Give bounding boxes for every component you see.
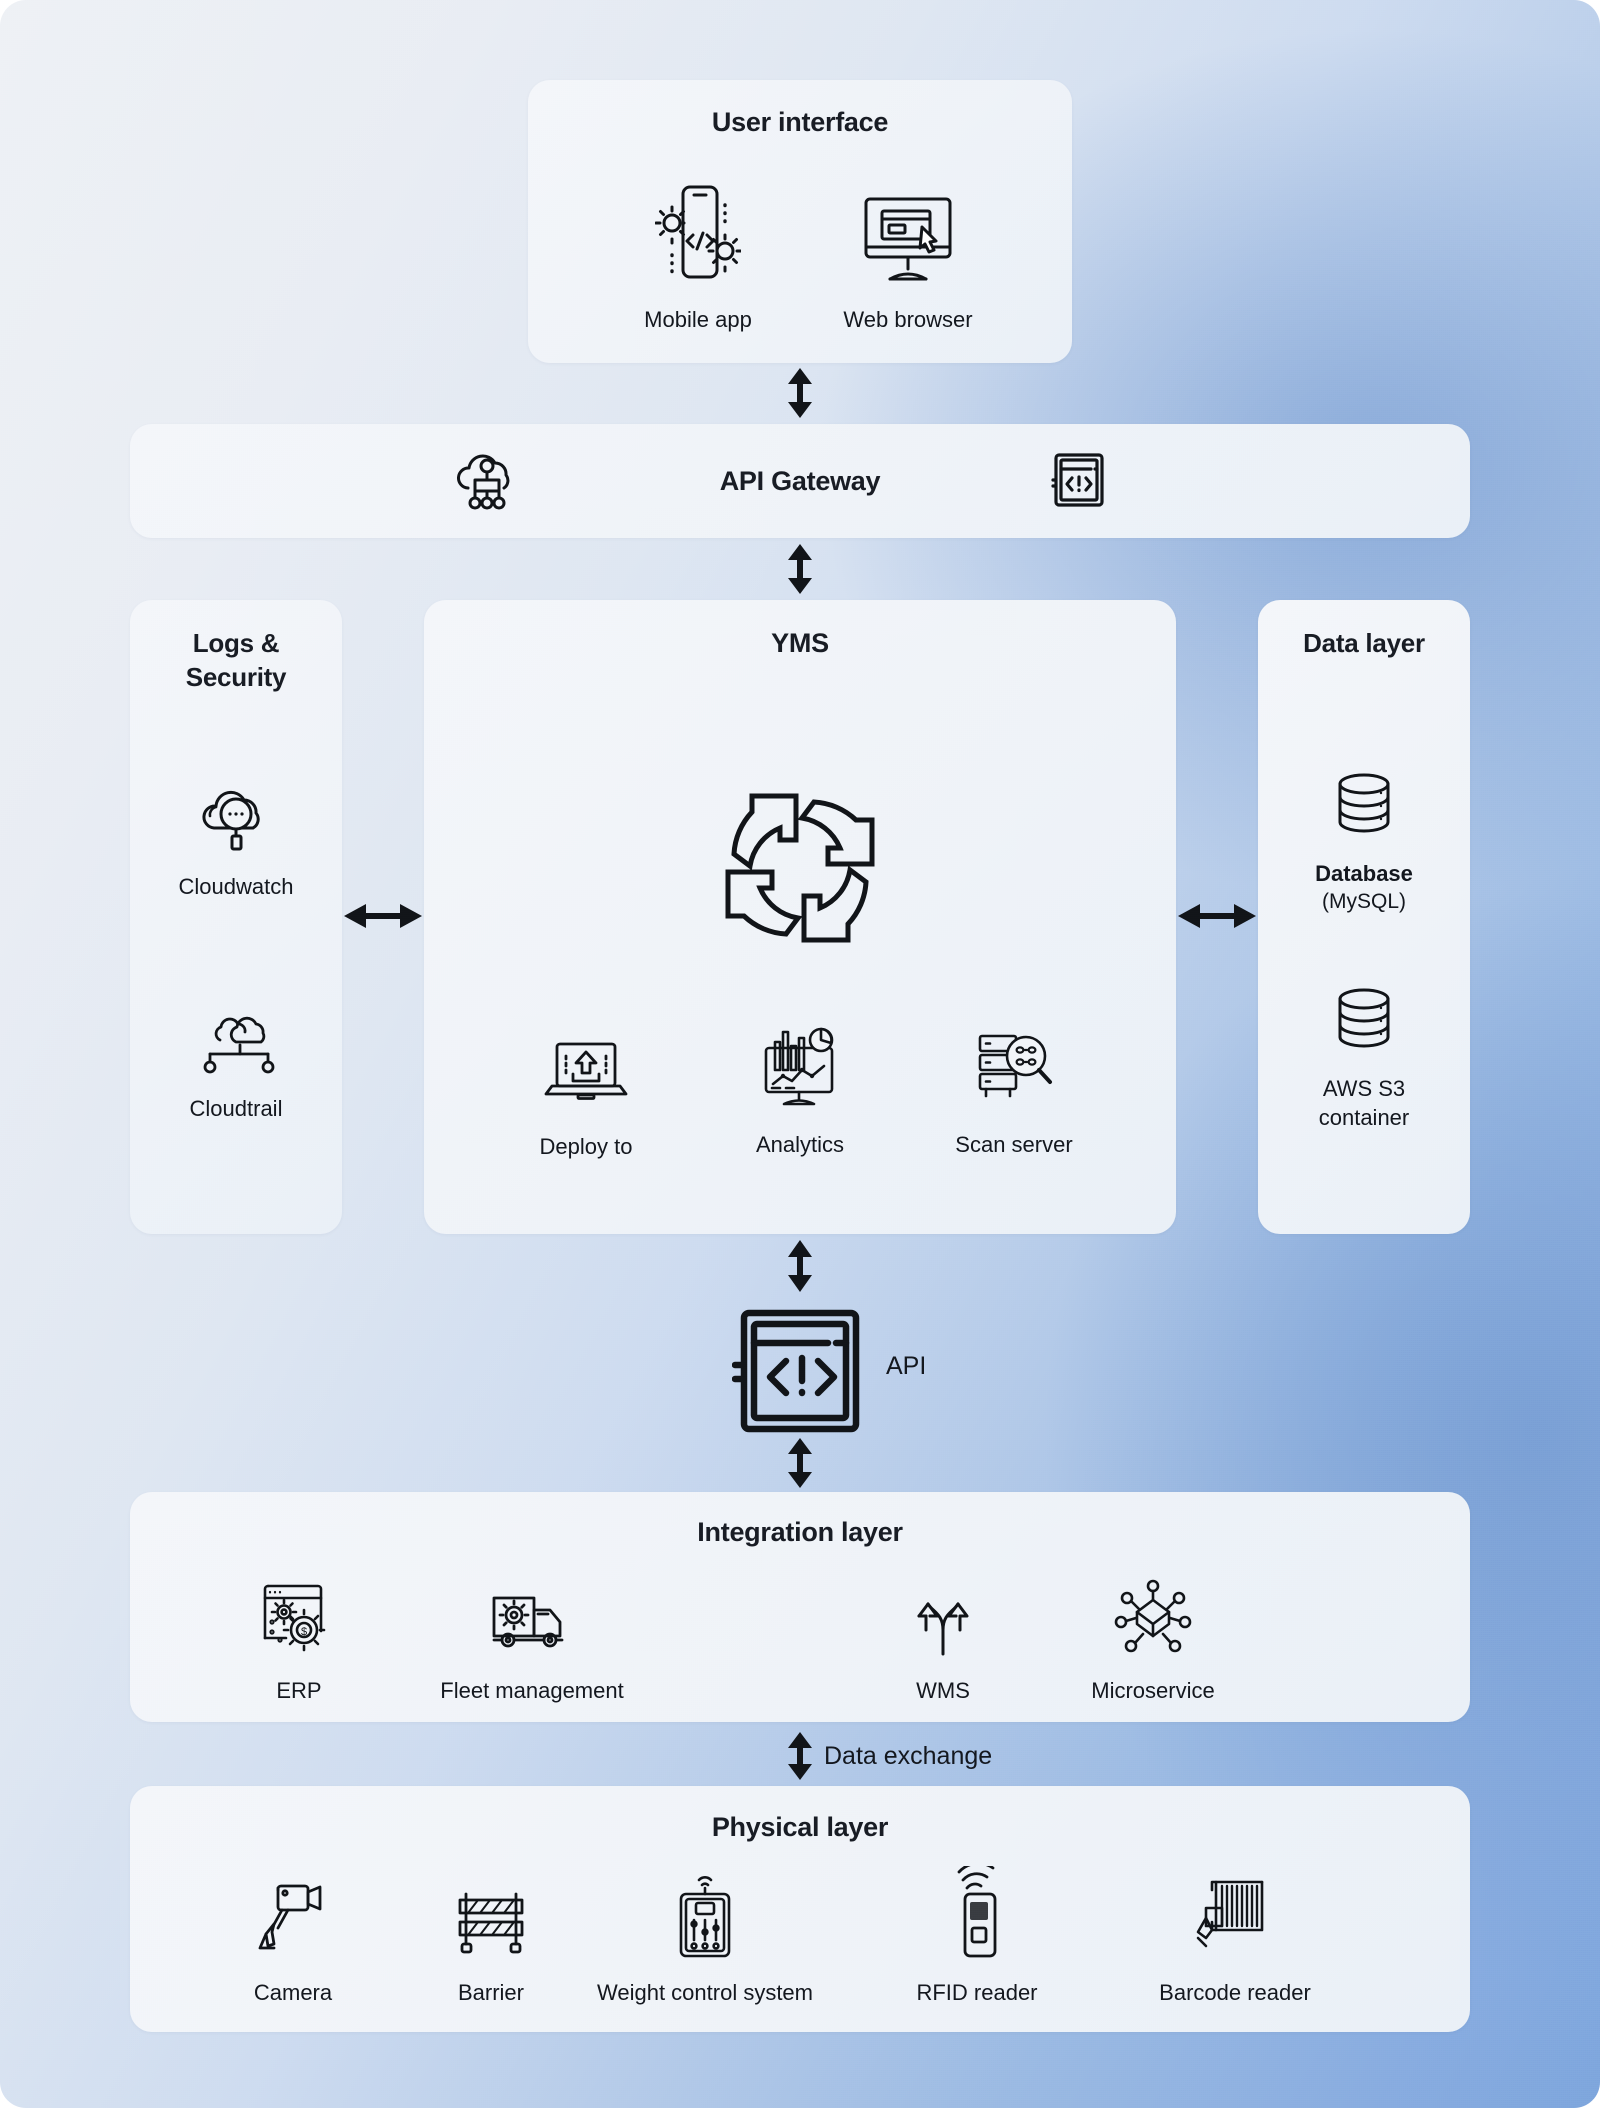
diagram-canvas: User interface Mobile app Web browser AP… [0,0,1600,2108]
weight-control-panel-icon [560,1862,850,1962]
database-cylinder-icon [1258,980,1470,1060]
laptop-upload-icon [466,1032,706,1110]
node-mobile-app[interactable]: Mobile app [588,175,808,333]
node-fleet-management[interactable]: Fleet management [410,1574,654,1704]
api-gateway-card[interactable]: API Gateway [130,424,1470,538]
integration-layer-card[interactable]: Integration layer $ ERP Fleet management… [130,1492,1470,1722]
user-interface-title: User interface [711,107,889,137]
node-label: Camera [253,1980,333,2005]
node-cloudtrail[interactable]: Cloudtrail [130,1000,342,1122]
node-label: Weight control system [596,1980,813,2005]
node-wms[interactable]: WMS [830,1574,1056,1704]
connector-ui-to-gateway [785,368,815,418]
logs-security-title-line1: Logs & [192,628,280,658]
physical-layer-title: Physical layer [711,1812,889,1842]
node-rfid-reader[interactable]: RFID reader [852,1862,1102,2006]
connector-yms-to-data [1178,900,1256,932]
node-sublabel: container [1318,1104,1410,1130]
node-barcode-reader[interactable]: Barcode reader [1110,1862,1360,2006]
split-arrows-up-icon [830,1574,1056,1658]
node-label: Database [1315,861,1413,886]
mobile-code-gear-icon [588,175,808,285]
connector-logs-to-yms [344,900,422,932]
cloud-trail-network-icon [130,1000,342,1078]
cube-nodes-icon [1040,1574,1266,1658]
server-magnifier-icon [894,1024,1134,1110]
node-aws-s3-container[interactable]: AWS S3 container [1258,980,1470,1131]
node-cloudwatch[interactable]: Cloudwatch [130,770,342,900]
browser-gears-dollar-icon: $ [186,1574,412,1658]
node-label: Cloudtrail [189,1096,283,1121]
node-label: WMS [916,1678,970,1703]
node-microservice[interactable]: Microservice [1040,1574,1266,1704]
monitor-charts-icon [680,1024,920,1110]
node-label: AWS S3 [1322,1076,1406,1101]
node-camera[interactable]: Camera [182,1870,404,2006]
code-window-icon [732,1303,868,1439]
node-label: Barcode reader [1159,1980,1311,2005]
code-window-icon [1050,451,1108,509]
yms-title: YMS [771,628,829,658]
node-erp[interactable]: $ ERP [186,1574,412,1704]
user-interface-card[interactable]: User interface Mobile app Web browser [528,80,1072,363]
logs-security-card[interactable]: Logs & Security Cloudwatch Cloudtrail [130,600,342,1234]
connector-integration-to-physical [785,1732,815,1780]
node-web-browser[interactable]: Web browser [798,175,1018,333]
connector-gateway-to-yms [785,544,815,594]
integration-layer-title: Integration layer [697,1517,903,1547]
data-layer-title: Data layer [1303,628,1425,658]
node-label: Microservice [1091,1678,1215,1703]
node-label: Analytics [755,1132,845,1157]
connector-yms-to-api [785,1240,815,1292]
node-label: RFID reader [916,1980,1038,2005]
physical-layer-card[interactable]: Physical layer Camera Barrier Weight con… [130,1786,1470,2032]
yms-card[interactable]: YMS Deploy to Analytics Scan server [424,600,1176,1234]
node-scan-server[interactable]: Scan server [894,1024,1134,1158]
node-database-mysql[interactable]: Database (MySQL) [1258,765,1470,915]
node-sublabel: (MySQL) [1322,889,1406,913]
api-connector-label: API [886,1352,927,1380]
node-label: Mobile app [644,307,752,332]
node-label: Cloudwatch [178,874,294,899]
cycle-arrows-icon [424,788,1176,948]
monitor-cursor-icon [798,175,1018,285]
api-gateway-title: API Gateway [719,466,881,496]
truck-gear-icon [410,1574,654,1658]
connector-api-to-integration [785,1438,815,1488]
svg-text:$: $ [301,1626,307,1638]
node-weight-control-system[interactable]: Weight control system [560,1862,850,2006]
logs-security-title-line2: Security [185,662,287,692]
node-label: Web browser [843,307,973,332]
node-deploy-to[interactable]: Deploy to [466,1032,706,1160]
barcode-scanner-icon [1110,1862,1360,1962]
node-label: ERP [276,1678,322,1703]
cctv-camera-icon [182,1870,404,1962]
node-label: Scan server [955,1132,1073,1157]
api-connector-icon-box[interactable] [732,1303,868,1439]
database-cylinder-icon [1258,765,1470,845]
node-analytics[interactable]: Analytics [680,1024,920,1158]
rfid-reader-icon [852,1862,1102,1962]
node-label: Deploy to [539,1134,633,1159]
data-layer-card[interactable]: Data layer Database (MySQL) AWS S3 conta… [1258,600,1470,1234]
cloud-magnifier-icon [130,770,342,856]
data-exchange-label: Data exchange [824,1742,993,1770]
node-label: Fleet management [440,1678,624,1703]
